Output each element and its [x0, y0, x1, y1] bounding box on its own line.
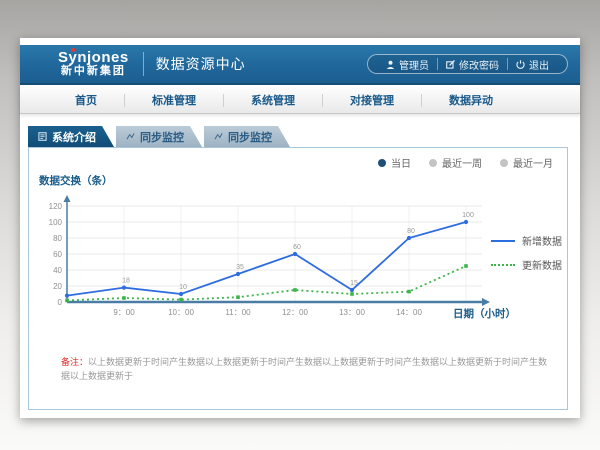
- radio-label: 最近一周: [442, 155, 482, 170]
- legend-line-dotted: [491, 264, 515, 266]
- chart-legend: 新增数据 更新数据: [491, 233, 562, 272]
- svg-text:15: 15: [350, 280, 358, 287]
- svg-text:13：00: 13：00: [339, 308, 365, 317]
- edit-icon: [446, 60, 455, 69]
- radio-last-month[interactable]: 最近一月: [500, 155, 553, 170]
- svg-text:12：00: 12：00: [282, 308, 308, 317]
- user-icon: [386, 60, 395, 69]
- tab-label: 同步监控: [228, 129, 272, 145]
- svg-text:0: 0: [58, 298, 63, 307]
- page-title: 数据资源中心: [156, 54, 246, 74]
- legend-item-new-data: 新增数据: [491, 233, 562, 248]
- nav-item-standards[interactable]: 标准管理: [125, 92, 223, 108]
- period-filter: 当日 最近一周 最近一月: [378, 155, 553, 170]
- main-nav: 首页 标准管理 系统管理 对接管理 数据异动: [20, 87, 580, 114]
- user-toolbar: 管理员 修改密码 退出: [367, 54, 568, 74]
- header: Synjones 新中新集团 数据资源中心 管理员 修改密码: [20, 45, 580, 85]
- document-icon: [38, 132, 47, 141]
- tab-label: 系统介绍: [52, 129, 96, 145]
- monitor-icon: [214, 132, 223, 141]
- logout-label: 退出: [529, 57, 549, 72]
- svg-text:80: 80: [407, 228, 415, 235]
- legend-label: 新增数据: [522, 233, 562, 248]
- logo-cn-name: 新中新集团: [58, 66, 129, 78]
- radio-label: 最近一月: [513, 155, 553, 170]
- legend-label: 更新数据: [522, 257, 562, 272]
- radio-last-week[interactable]: 最近一周: [429, 155, 482, 170]
- footer-note: 备注：以上数据更新于时间产生数据以上数据更新于时间产生数据以上数据更新于时间产生…: [61, 356, 553, 383]
- chart-panel: 当日 最近一周 最近一月 数据交换（条） 0 20 40 60 80 100 120 9：00…: [28, 147, 568, 410]
- tab-sync-monitor-2[interactable]: 同步监控: [204, 126, 290, 147]
- change-password-label: 修改密码: [459, 57, 499, 72]
- note-text: 以上数据更新于时间产生数据以上数据更新于时间产生数据以上数据更新于时间产生数据以…: [61, 357, 547, 381]
- logout-button[interactable]: 退出: [508, 57, 557, 72]
- company-logo[interactable]: Synjones 新中新集团: [58, 50, 129, 77]
- change-password-button[interactable]: 修改密码: [438, 57, 507, 72]
- tab-sync-monitor-1[interactable]: 同步监控: [116, 126, 202, 147]
- legend-line-solid: [491, 240, 515, 242]
- svg-text:10：00: 10：00: [168, 308, 194, 317]
- svg-text:11：00: 11：00: [225, 308, 251, 317]
- line-chart: 0 20 40 60 80 100 120 9：00 10：00 11：00 12：00 13：00 1…: [37, 192, 567, 324]
- nav-item-integration[interactable]: 对接管理: [323, 92, 421, 108]
- svg-text:40: 40: [53, 266, 62, 275]
- logo-name: Synjones: [58, 50, 129, 66]
- power-icon: [516, 60, 525, 69]
- radio-dot: [429, 159, 437, 167]
- tab-label: 同步监控: [140, 129, 184, 145]
- app-window: Synjones 新中新集团 数据资源中心 管理员 修改密码: [20, 38, 580, 418]
- legend-item-updated-data: 更新数据: [491, 257, 562, 272]
- nav-item-home[interactable]: 首页: [48, 92, 124, 108]
- nav-item-system[interactable]: 系统管理: [224, 92, 322, 108]
- radio-dot: [378, 159, 386, 167]
- svg-text:35: 35: [236, 264, 244, 271]
- radio-label: 当日: [391, 155, 411, 170]
- tab-system-intro[interactable]: 系统介绍: [28, 126, 114, 147]
- chart-container: 0 20 40 60 80 100 120 9：00 10：00 11：00 12：00 13：00 1…: [37, 192, 567, 324]
- radio-dot: [500, 159, 508, 167]
- svg-text:9：00: 9：00: [113, 308, 135, 317]
- svg-text:120: 120: [49, 202, 63, 211]
- svg-text:60: 60: [293, 244, 301, 251]
- x-axis-title: 日期（小时）: [453, 306, 516, 321]
- svg-text:10: 10: [179, 284, 187, 291]
- radio-today[interactable]: 当日: [378, 155, 411, 170]
- svg-text:60: 60: [53, 250, 62, 259]
- nav-item-data-change[interactable]: 数据异动: [422, 92, 520, 108]
- svg-text:18: 18: [122, 278, 130, 285]
- note-label: 备注：: [61, 357, 88, 367]
- monitor-icon: [126, 132, 135, 141]
- svg-text:14：00: 14：00: [396, 308, 422, 317]
- header-divider: [143, 52, 144, 76]
- svg-text:100: 100: [49, 218, 63, 227]
- svg-text:100: 100: [462, 212, 474, 219]
- tab-bar: 系统介绍 同步监控 同步监控: [28, 126, 290, 147]
- svg-text:80: 80: [53, 234, 62, 243]
- svg-text:20: 20: [53, 282, 62, 291]
- y-axis-title: 数据交换（条）: [39, 173, 113, 188]
- current-user-button[interactable]: 管理员: [378, 57, 437, 72]
- current-user-label: 管理员: [399, 57, 429, 72]
